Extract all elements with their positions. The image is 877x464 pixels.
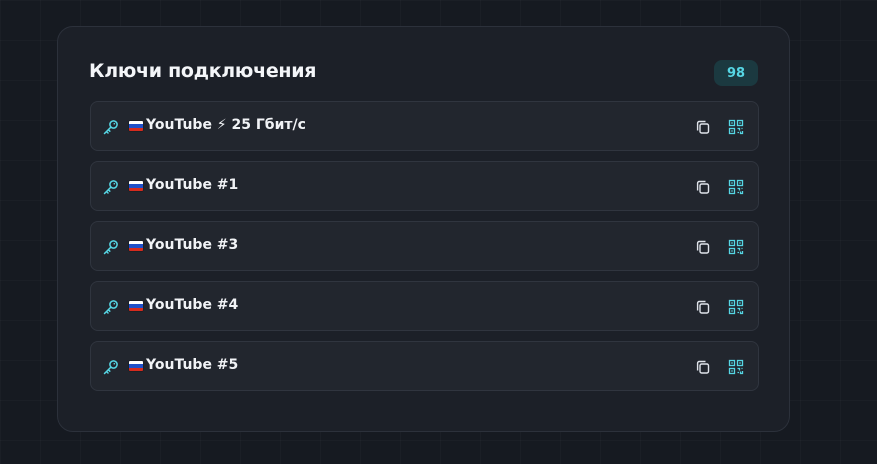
key-row[interactable]: YouTube #4: [90, 281, 759, 331]
key-row[interactable]: YouTube #5: [90, 341, 759, 391]
key-list: YouTube ⚡ 25 Гбит/с YouTube #1 YouTube #…: [90, 101, 759, 401]
key-name: YouTube #5: [146, 357, 239, 373]
key-row[interactable]: YouTube #1: [90, 161, 759, 211]
key-name: YouTube #4: [146, 297, 239, 313]
qr-code-icon[interactable]: [727, 118, 745, 136]
key-row[interactable]: YouTube ⚡ 25 Гбит/с: [90, 101, 759, 151]
russia-flag-icon: [129, 181, 143, 191]
connection-keys-card: Ключи подключения 98 YouTube ⚡ 25 Гбит/с: [57, 26, 790, 432]
copy-icon[interactable]: [694, 118, 712, 136]
key-icon: [102, 358, 120, 376]
russia-flag-icon: [129, 361, 143, 371]
copy-icon[interactable]: [694, 358, 712, 376]
card-title: Ключи подключения: [89, 60, 317, 82]
qr-code-icon[interactable]: [727, 358, 745, 376]
key-icon: [102, 238, 120, 256]
key-icon: [102, 298, 120, 316]
copy-icon[interactable]: [694, 298, 712, 316]
russia-flag-icon: [129, 121, 143, 131]
key-icon: [102, 178, 120, 196]
keys-count-badge: 98: [714, 60, 758, 86]
key-row[interactable]: YouTube #3: [90, 221, 759, 271]
key-name: YouTube #1: [146, 177, 239, 193]
qr-code-icon[interactable]: [727, 178, 745, 196]
copy-icon[interactable]: [694, 238, 712, 256]
russia-flag-icon: [129, 301, 143, 311]
key-name: YouTube ⚡ 25 Гбит/с: [146, 117, 306, 133]
key-name: YouTube #3: [146, 237, 239, 253]
key-icon: [102, 118, 120, 136]
copy-icon[interactable]: [694, 178, 712, 196]
qr-code-icon[interactable]: [727, 238, 745, 256]
russia-flag-icon: [129, 241, 143, 251]
qr-code-icon[interactable]: [727, 298, 745, 316]
